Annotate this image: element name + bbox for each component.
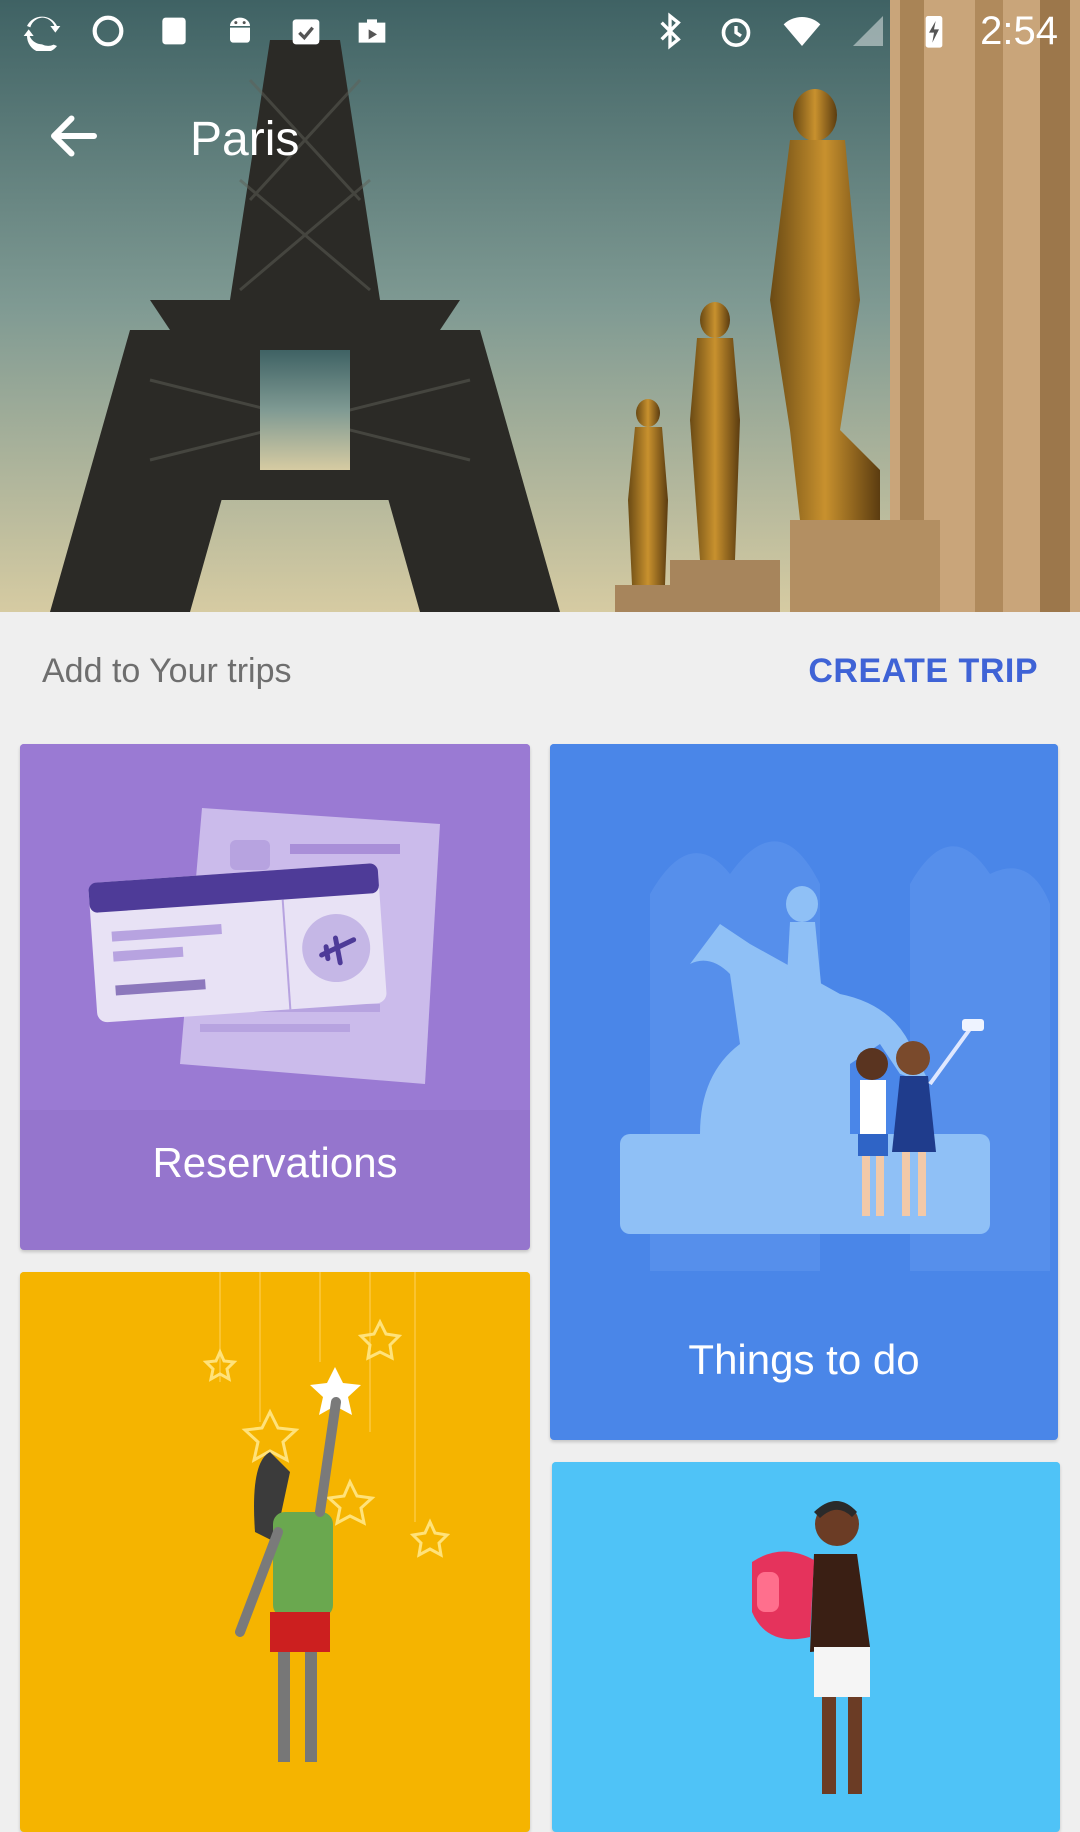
bluetooth-icon bbox=[660, 12, 681, 50]
assignment-icon bbox=[292, 19, 320, 45]
status-time: 2:54 bbox=[980, 8, 1058, 53]
arrow-left-icon bbox=[51, 115, 97, 157]
yellow-card[interactable] bbox=[20, 1272, 530, 1832]
sync-icon bbox=[23, 16, 61, 51]
notification-icon bbox=[162, 17, 186, 45]
reservations-card[interactable]: Reservations bbox=[20, 744, 530, 1250]
light-blue-card[interactable] bbox=[552, 1462, 1060, 1832]
reservations-label: Reservations bbox=[152, 1139, 398, 1186]
things-to-do-label: Things to do bbox=[688, 1336, 920, 1383]
android-icon bbox=[230, 17, 250, 43]
toolbar: Paris bbox=[0, 62, 1080, 212]
things-to-do-illustration bbox=[550, 744, 1058, 1271]
section-label: Add to Your trips bbox=[42, 652, 292, 690]
wifi-icon bbox=[783, 17, 821, 46]
reservations-illustration bbox=[20, 744, 530, 1110]
stars-illustration bbox=[20, 1272, 530, 1794]
signal-icon bbox=[853, 16, 884, 46]
circle-icon bbox=[92, 15, 124, 47]
alarm-icon bbox=[721, 18, 751, 48]
status-bar: 2:54 bbox=[0, 0, 1080, 62]
work-icon bbox=[358, 19, 386, 43]
backpacker-illustration bbox=[552, 1462, 1060, 1794]
things-to-do-card[interactable]: Things to do bbox=[550, 744, 1058, 1440]
battery-charging-icon bbox=[925, 16, 943, 48]
page-title: Paris bbox=[190, 113, 300, 166]
create-trip-button[interactable]: CREATE TRIP bbox=[808, 652, 1038, 691]
back-button[interactable] bbox=[44, 106, 104, 166]
